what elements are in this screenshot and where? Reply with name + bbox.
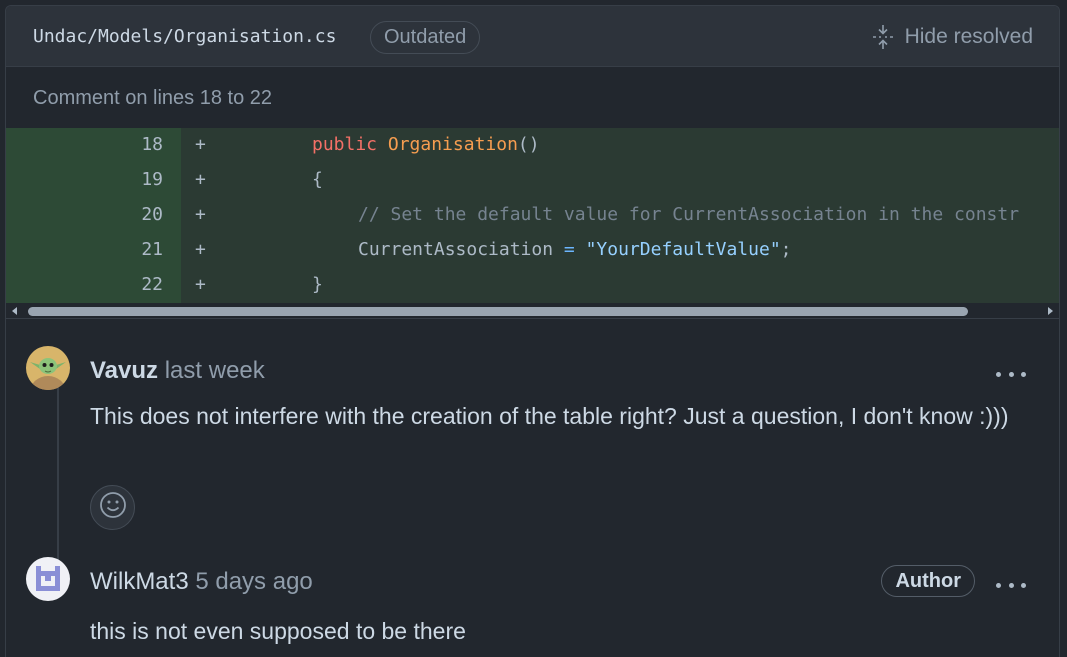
unfold-icon [871, 24, 895, 50]
comment-timestamp[interactable]: 5 days ago [195, 568, 312, 595]
diff-line: 22 + } [6, 268, 1059, 303]
file-header: Undac/Models/Organisation.cs Outdated Hi… [6, 6, 1059, 67]
author-name[interactable]: Vavuz [90, 357, 158, 384]
diff-line: 21 + CurrentAssociation = "YourDefaultVa… [6, 233, 1059, 268]
comment-menu-button[interactable] [996, 580, 1026, 590]
line-number-gutter[interactable]: 19 [6, 163, 181, 198]
file-path-link[interactable]: Undac/Models/Organisation.cs [33, 26, 336, 47]
code-operator: = [563, 239, 575, 260]
comment-menu-button[interactable] [996, 369, 1026, 379]
line-number: 22 [141, 274, 163, 295]
hide-resolved-label: Hide resolved [904, 25, 1033, 48]
code-function-name: Organisation [387, 134, 518, 155]
smiley-icon [99, 491, 127, 524]
horizontal-scrollbar[interactable] [6, 303, 1059, 319]
diff-line: 20 + // Set the default value for Curren… [6, 198, 1059, 233]
line-number-gutter[interactable]: 18 [6, 128, 181, 163]
diff-sign: + [195, 169, 206, 190]
code-identifier: CurrentAssociation [358, 239, 564, 260]
diff-sign: + [195, 239, 206, 260]
diff-line: 19 + { [6, 163, 1059, 198]
line-number: 18 [141, 134, 163, 155]
comment-body: This does not interfere with the creatio… [90, 403, 1009, 429]
scrollbar-thumb[interactable] [28, 307, 968, 316]
kebab-horizontal-icon [996, 371, 1001, 377]
thread-connector [57, 386, 59, 561]
outdated-badge: Outdated [370, 21, 481, 54]
diff-sign: + [195, 204, 206, 225]
scroll-right-icon[interactable] [1048, 307, 1053, 315]
line-number: 21 [141, 239, 163, 260]
avatar[interactable] [26, 557, 70, 601]
diff-line: 18 + public Organisation() [6, 128, 1059, 163]
code-string: "YourDefaultValue" [585, 239, 781, 260]
scroll-left-icon[interactable] [12, 307, 17, 315]
hide-resolved-button[interactable]: Hide resolved [871, 21, 1033, 53]
kebab-horizontal-icon [996, 582, 1001, 588]
line-number-gutter[interactable]: 20 [6, 198, 181, 233]
line-number: 20 [141, 204, 163, 225]
code-punctuation: () [517, 134, 540, 155]
author-badge: Author [881, 565, 975, 597]
code-punctuation: ; [780, 239, 792, 260]
comment-body: this is not even supposed to be there [90, 618, 466, 644]
code-line: } [312, 274, 323, 295]
diff-sign: + [195, 134, 206, 155]
code-comment: // Set the default value for CurrentAsso… [358, 204, 1020, 225]
code-line: CurrentAssociation = "YourDefaultValue"; [358, 239, 792, 260]
code-keyword: public [312, 134, 378, 155]
line-number-gutter[interactable]: 22 [6, 268, 181, 303]
comment-line-range: Comment on lines 18 to 22 [33, 87, 273, 109]
code-line: { [312, 169, 323, 190]
add-reaction-button[interactable] [90, 485, 135, 530]
author-name[interactable]: WilkMat3 [90, 568, 189, 595]
review-thread-panel: Undac/Models/Organisation.cs Outdated Hi… [5, 5, 1060, 657]
line-number: 19 [141, 169, 163, 190]
comment-timestamp[interactable]: last week [165, 357, 265, 384]
avatar[interactable] [26, 346, 70, 390]
comment-header: WilkMat3 5 days ago [90, 568, 313, 596]
diff-code-block: 18 + public Organisation() 19 + { 20 + /… [6, 128, 1059, 303]
diff-sign: + [195, 274, 206, 295]
comment-header: Vavuz last week [90, 357, 265, 385]
line-number-gutter[interactable]: 21 [6, 233, 181, 268]
code-line: public Organisation() [312, 134, 540, 155]
